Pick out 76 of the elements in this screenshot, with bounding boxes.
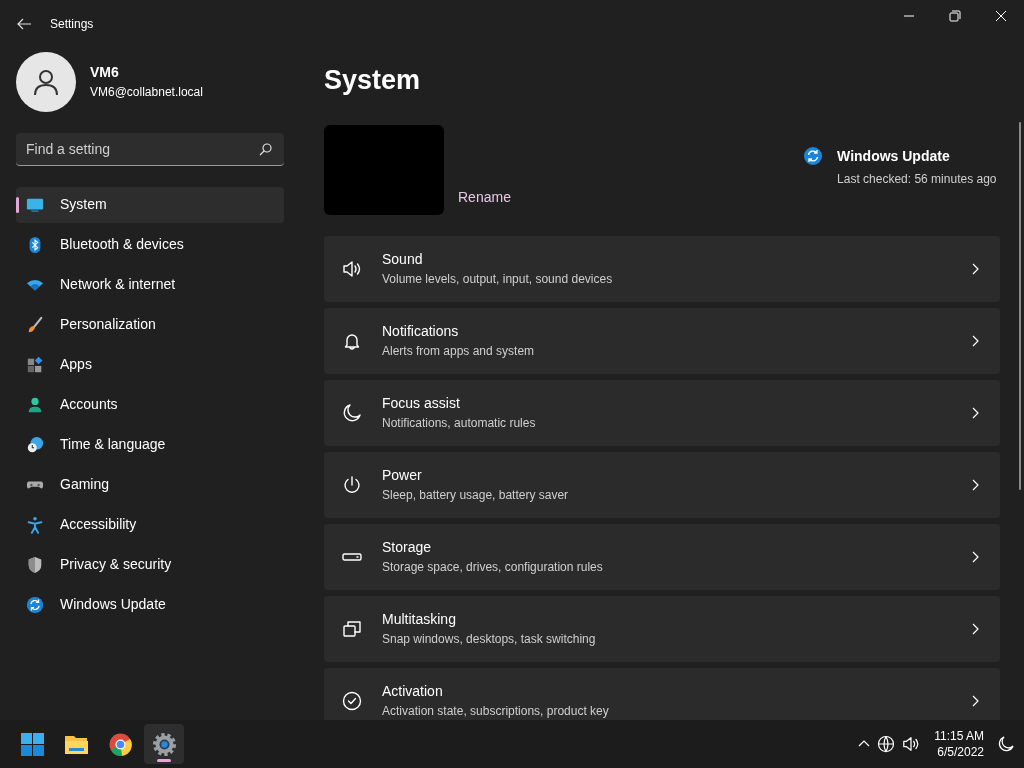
brush-icon [26, 315, 44, 334]
back-button[interactable] [16, 16, 32, 32]
window-title: Settings [50, 16, 94, 33]
card-subtitle: Sleep, battery usage, battery saver [382, 487, 570, 504]
sidebar-item[interactable]: Time & language [16, 426, 284, 463]
clock-time: 11:15 AM [934, 727, 984, 744]
update-title: Windows Update [837, 146, 951, 166]
user-name: VM6 [90, 63, 120, 82]
chevron-icon [970, 262, 980, 275]
settings-card[interactable]: Focus assist Notifications, automatic rules [324, 379, 1000, 446]
sidebar-item[interactable]: Personalization [16, 306, 284, 343]
clock-globe-icon [26, 435, 44, 454]
chevron-icon [970, 406, 980, 419]
chevron-icon [970, 694, 980, 707]
check-circle-icon [342, 690, 362, 711]
sidebar-item[interactable]: Windows Update [16, 586, 284, 623]
page-title: System [324, 64, 422, 97]
update-status: Last checked: 56 minutes ago [837, 171, 997, 188]
card-subtitle: Snap windows, desktops, task switching [382, 631, 597, 648]
sidebar-item[interactable]: Accessibility [16, 506, 284, 543]
settings-card[interactable]: Sound Volume levels, output, input, sound devices [324, 235, 1000, 302]
card-subtitle: Volume levels, output, input, sound devices [382, 271, 614, 288]
gear-icon [151, 731, 177, 757]
moon-icon [342, 402, 362, 423]
settings-card[interactable]: Notifications Alerts from apps and system [324, 307, 1000, 374]
card-title: Multitasking [382, 610, 457, 629]
active-indicator [157, 759, 171, 762]
power-icon [342, 474, 362, 495]
sidebar-item[interactable]: Privacy & security [16, 546, 284, 583]
settings-card[interactable]: Power Sleep, battery usage, battery saver [324, 451, 1000, 518]
globe-icon [877, 735, 896, 753]
settings-card[interactable]: Storage Storage space, drives, configuration rules [324, 523, 1000, 590]
close-icon [995, 10, 1007, 22]
card-title: Storage [382, 538, 433, 557]
sidebar-item[interactable]: System [16, 186, 284, 223]
card-subtitle: Notifications, automatic rules [382, 415, 537, 432]
sidebar-item[interactable]: Gaming [16, 466, 284, 503]
card-subtitle: Storage space, drives, configuration rules [382, 559, 604, 576]
card-subtitle: Alerts from apps and system [382, 343, 536, 360]
settings-card[interactable]: Multitasking Snap windows, desktops, task switching [324, 595, 1000, 662]
browser-icon [107, 731, 133, 757]
sidebar-item[interactable]: Bluetooth & devices [16, 226, 284, 263]
windows-icon [342, 618, 362, 639]
restore-icon [949, 10, 961, 22]
apps-icon [26, 355, 44, 374]
sync-icon [803, 145, 824, 166]
chevron-icon [970, 478, 980, 491]
selection-indicator [16, 196, 19, 213]
taskbar-app[interactable] [144, 724, 184, 764]
card-title: Sound [382, 250, 424, 269]
back-icon [16, 16, 32, 32]
person-icon [26, 395, 44, 414]
user-email: VM6@collabnet.local [90, 84, 203, 101]
chevron-icon [970, 622, 980, 635]
shield-icon [26, 555, 44, 574]
card-title: Focus assist [382, 394, 461, 413]
sync-icon [26, 595, 44, 614]
accessibility-icon [26, 515, 44, 534]
search-icon [259, 142, 272, 156]
moon-icon [998, 736, 1014, 752]
settings-card[interactable]: Activation Activation state, subscriptions, product key [324, 667, 1000, 720]
windows-logo-icon [19, 731, 45, 757]
search-field[interactable]: Find a setting [16, 132, 284, 166]
card-title: Notifications [382, 322, 460, 341]
clock-date: 6/5/2022 [936, 744, 984, 761]
speaker-icon [902, 735, 921, 753]
chevron-icon [970, 334, 980, 347]
sidebar-item[interactable]: Apps [16, 346, 284, 383]
card-subtitle: Activation state, subscriptions, product key [382, 703, 610, 720]
sidebar-item[interactable]: Network & internet [16, 266, 284, 303]
card-title: Activation [382, 682, 444, 701]
sidebar-item[interactable]: Accounts [16, 386, 284, 423]
scrollbar[interactable] [1019, 122, 1021, 490]
rename-link[interactable]: Rename [458, 186, 511, 208]
card-title: Power [382, 466, 423, 485]
chevron-icon [970, 550, 980, 563]
